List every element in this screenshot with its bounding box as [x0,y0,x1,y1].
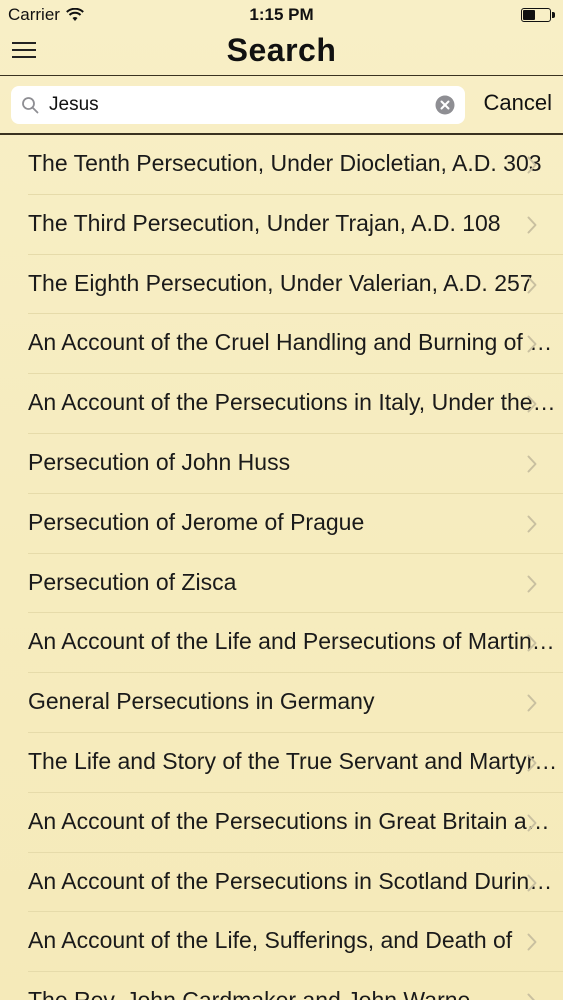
list-item[interactable]: The Life and Story of the True Servant a… [0,733,563,793]
list-item[interactable]: An Account of the Cruel Handling and Bur… [0,314,563,374]
battery-icon [521,8,555,22]
status-bar: Carrier 1:15 PM [0,0,563,30]
chevron-right-icon [527,276,537,294]
list-item[interactable]: Persecution of Zisca [0,554,563,614]
list-item[interactable]: The Rev. John Cardmaker and John Warne [0,972,563,1000]
search-input[interactable] [49,86,429,124]
chevron-right-icon [527,754,537,772]
screen: Carrier 1:15 PM Search Jesus Cancel The … [0,0,563,1000]
chevron-right-icon [527,455,537,473]
cancel-button[interactable]: Cancel [484,90,552,116]
results-list: The Tenth Persecution, Under Diocletian,… [0,135,563,1000]
list-item-label: Persecution of John Huss [28,448,291,475]
list-item-label: The Third Persecution, Under Trajan, A.D… [28,209,501,236]
list-item-label: An Account of the Persecutions in Great … [28,807,559,834]
page-title: Search [226,32,337,68]
list-item-label: The Rev. John Cardmaker and John Warne [28,972,559,1000]
list-item[interactable]: The Tenth Persecution, Under Diocletian,… [0,135,563,195]
list-item[interactable]: An Account of the Life and Persecutions … [0,613,563,673]
chevron-right-icon [527,216,537,234]
list-item-label: The Eighth Persecution, Under Valerian, … [28,269,533,296]
list-item-label: An Account of the Persecutions in Scotla… [28,867,559,894]
chevron-right-icon [527,694,537,712]
list-item[interactable]: An Account of the Persecutions in Great … [0,793,563,853]
clear-search-icon[interactable] [435,95,455,115]
navigation-bar: Search [0,30,563,76]
chevron-right-icon [527,814,537,832]
search-icon [22,97,39,114]
list-item-label: Persecution of Jerome of Prague [28,508,365,535]
list-item[interactable]: An Account of the Persecutions in Scotla… [0,853,563,913]
list-item-label: An Account of the Life, Sufferings, and … [28,927,513,954]
search-bar: Cancel [0,77,563,135]
list-item-label: The Life and Story of the True Servant a… [28,747,559,774]
list-item-label: Persecution of Zisca [28,568,237,595]
list-item[interactable]: Persecution of Jerome of Prague [0,494,563,554]
chevron-right-icon [527,993,535,1000]
chevron-right-icon [527,395,537,413]
battery-fill [523,10,535,20]
list-item-label: An Account of the Cruel Handling and Bur… [28,329,559,356]
list-item-label: An Account of the Life and Persecutions … [28,628,559,655]
list-item[interactable]: The Eighth Persecution, Under Valerian, … [0,255,563,315]
list-item[interactable]: Persecution of John Huss [0,434,563,494]
chevron-right-icon [527,515,537,533]
chevron-right-icon [527,634,537,652]
chevron-right-icon [527,156,537,174]
search-field[interactable] [11,86,465,124]
list-item-label: The Tenth Persecution, Under Diocletian,… [28,150,542,176]
list-item[interactable]: An Account of the Persecutions in Italy,… [0,374,563,434]
list-item-label: General Persecutions in Germany [28,688,375,715]
status-time: 1:15 PM [249,5,314,24]
list-item[interactable]: General Persecutions in Germany [0,673,563,733]
chevron-right-icon [527,874,537,892]
list-item[interactable]: The Third Persecution, Under Trajan, A.D… [0,195,563,255]
list-item-label: An Account of the Persecutions in Italy,… [28,389,559,416]
list-item[interactable]: An Account of the Life, Sufferings, and … [0,912,563,972]
chevron-right-icon [527,933,537,951]
chevron-right-icon [527,335,537,353]
chevron-right-icon [527,575,537,593]
